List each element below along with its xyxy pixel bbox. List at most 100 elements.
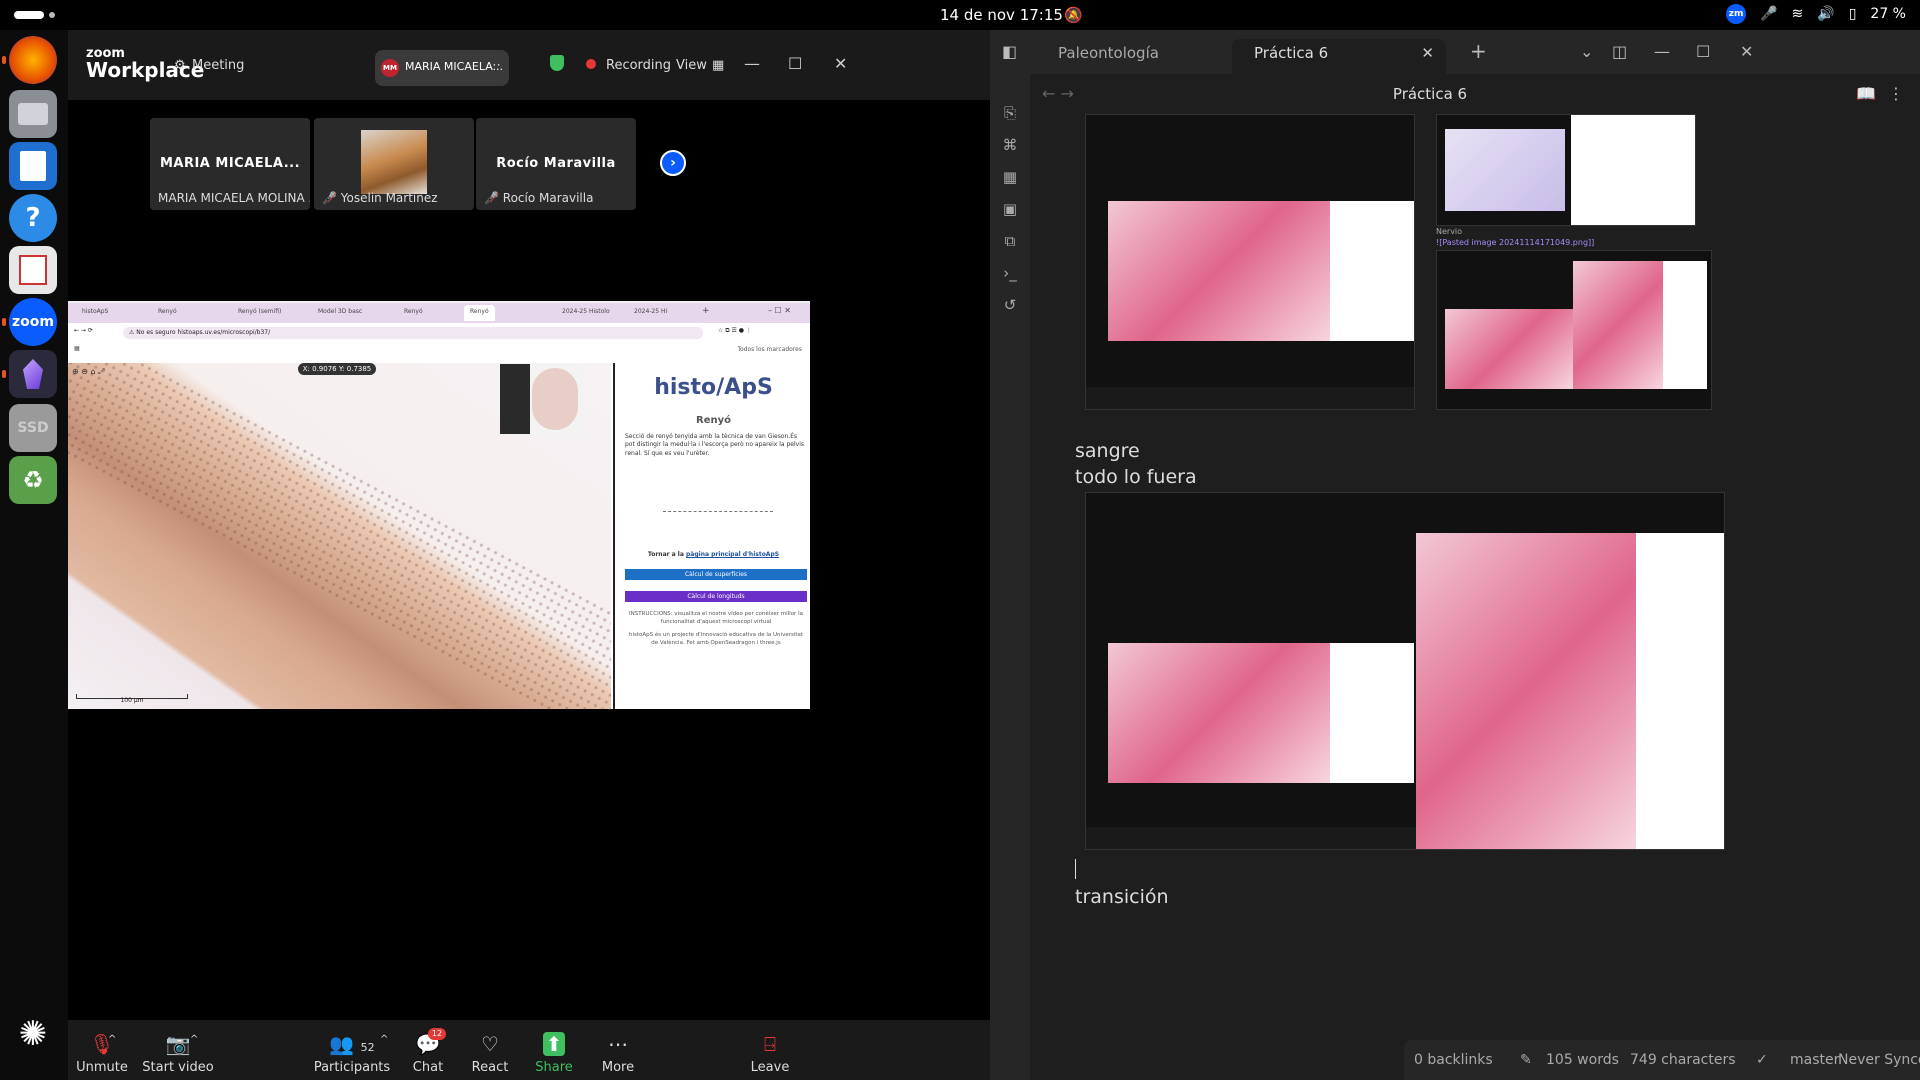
daily-note-icon[interactable]: ▣ (1000, 200, 1020, 220)
system-tray[interactable]: zm 🎤 ≋ 🔊 ▯ 27 % (1726, 4, 1906, 24)
muted-mic-icon: 🎤̸ (322, 191, 341, 205)
history-icon[interactable]: ↺ (1000, 296, 1020, 316)
git-branch[interactable]: master (1790, 1052, 1839, 1068)
maximize-icon[interactable]: ☐ (1696, 42, 1710, 61)
minimize-icon[interactable]: — (744, 54, 760, 73)
zoom-tray-icon[interactable]: zm (1726, 4, 1747, 24)
split-view-icon[interactable]: ◫ (1612, 42, 1627, 61)
share-button[interactable]: ⬆ Share (532, 1032, 576, 1075)
browser-tab[interactable]: Renyó (404, 308, 423, 315)
tab-practica-6[interactable]: Práctica 6 ✕ (1232, 39, 1446, 74)
browser-tab[interactable]: 2024-25 Hi (634, 308, 667, 315)
canvas-icon[interactable]: ▦ (1000, 168, 1020, 188)
participant-tile[interactable]: Rocío Maravilla 🎤̸ Rocío Maravilla (476, 118, 636, 210)
back-link[interactable]: Tornar a la pàgina principal d'histoApS (615, 551, 812, 558)
all-bookmarks[interactable]: Todos los marcadores (737, 346, 802, 353)
unmute-button[interactable]: 🎙 Unmute (74, 1032, 130, 1075)
minimize-icon[interactable]: — (1654, 42, 1670, 61)
active-speaker-pill[interactable]: MM MARIA MICAELA... ⋯ (375, 50, 509, 86)
open-quick-switcher-icon[interactable]: ⎘ (1000, 104, 1020, 124)
command-palette-icon[interactable]: ›_ (1000, 264, 1020, 284)
zoom-window: zoom Workplace ⚙ Meeting MM MARIA MICAEL… (68, 30, 990, 1080)
screenshot-panel (1330, 201, 1414, 341)
tab-list-chevron-icon[interactable]: ⌄ (1580, 42, 1593, 61)
note-line: todo lo fuera (1075, 466, 1197, 488)
dock: ? zoom SSD ♻ ✺ (0, 30, 68, 1080)
video-options-chevron-icon[interactable]: ^ (190, 1034, 198, 1045)
firefox-icon[interactable] (9, 36, 57, 84)
start-video-button[interactable]: 📷 Start video (138, 1032, 218, 1075)
start-video-label: Start video (142, 1060, 214, 1075)
length-calc-button[interactable]: Càlcul de longituds (625, 591, 807, 602)
browser-window-controls[interactable]: – ☐ ✕ (768, 306, 791, 315)
browser-tab[interactable]: Model 3D basc (318, 308, 362, 315)
instructions-text: INSTRUCCIONS: visualitza el nostre vídeo… (629, 611, 803, 625)
react-button[interactable]: ♡ React (470, 1032, 510, 1075)
browser-tab[interactable]: Renyó (158, 308, 177, 315)
microphone-icon: 🎤 (1760, 6, 1778, 22)
zoom-icon[interactable]: zoom (9, 298, 57, 346)
leave-button[interactable]: ⍈ Leave (748, 1032, 792, 1075)
apps-grid-icon[interactable]: ▦ (74, 345, 80, 352)
view-menu[interactable]: View (676, 58, 707, 73)
close-tab-icon[interactable]: ✕ (1421, 39, 1434, 67)
sync-status[interactable]: Never Synced (1838, 1052, 1920, 1068)
files-icon[interactable] (9, 90, 57, 138)
recording-label[interactable]: Recording (606, 58, 671, 73)
graph-view-icon[interactable]: ⌘ (1000, 136, 1020, 156)
leave-icon: ⍈ (764, 1032, 776, 1056)
close-icon[interactable]: ✕ (1740, 42, 1753, 61)
url-field[interactable]: ⚠ No es seguro histoaps.uv.es/microscopi… (123, 327, 703, 339)
surface-calc-button[interactable]: Càlcul de superfícies (625, 569, 807, 580)
shared-screen[interactable]: histoApS Renyó Renyó (semifi) Model 3D b… (68, 301, 810, 709)
new-tab-icon[interactable]: + (702, 306, 710, 316)
maximize-icon[interactable]: ☐ (788, 54, 802, 73)
reading-view-icon[interactable]: 📖 (1856, 84, 1876, 103)
battery-percent: 27 % (1870, 6, 1906, 22)
sidebar-toggle-icon[interactable]: ◧ (1002, 42, 1017, 61)
backlinks-count[interactable]: 0 backlinks (1414, 1052, 1493, 1068)
meeting-menu[interactable]: Meeting (192, 58, 244, 73)
trash-icon[interactable]: ♻ (9, 456, 57, 504)
browser-tab[interactable]: 2024-25 Histolo (562, 308, 610, 315)
new-tab-icon[interactable]: + (1470, 39, 1487, 63)
tab-paleontologia[interactable]: Paleontología (1036, 39, 1226, 74)
document-viewer-icon[interactable] (9, 246, 57, 294)
participants-chevron-icon[interactable]: ^ (380, 1034, 388, 1045)
participant-tile[interactable]: 🎤̸ Yoselin Martínez (314, 118, 474, 210)
show-apps-icon[interactable]: ✺ (9, 1010, 57, 1058)
security-shield-icon[interactable] (550, 55, 564, 71)
clock[interactable]: 14 de nov 17:15 (940, 6, 1063, 24)
more-options-icon[interactable]: ⋯ (488, 58, 501, 73)
nav-arrows-icon[interactable]: ← → ⟳ (74, 327, 93, 334)
microscope-viewer[interactable]: ⊕ ⊖ ⌂ ⤢ X: 0.9076 Y: 0.7385 100 µm (68, 363, 611, 709)
more-options-icon[interactable]: ⋮ (1888, 84, 1904, 103)
screenshot-panel (1330, 643, 1414, 783)
ssd-drive-icon[interactable]: SSD (9, 404, 57, 452)
templates-icon[interactable]: ⧉ (1000, 232, 1020, 252)
activities-button[interactable] (14, 11, 44, 19)
audio-options-chevron-icon[interactable]: ^ (108, 1034, 116, 1045)
browser-toolbar-icons[interactable]: ☆ ⧉ ☰ ● ⋮ (718, 327, 752, 335)
writer-icon[interactable] (9, 142, 57, 190)
note-editor[interactable]: Nervio ![Pasted image 20241114171049.png… (1030, 114, 1920, 1080)
browser-tab[interactable]: Renyó (semifi) (238, 308, 281, 315)
close-icon[interactable]: ✕ (834, 54, 847, 73)
browser-tab-active[interactable]: Renyó (464, 305, 495, 321)
browser-tab[interactable]: histoApS (82, 308, 108, 315)
more-button[interactable]: ⋯ More (596, 1032, 640, 1075)
help-icon[interactable]: ? (9, 194, 57, 242)
recording-icon (586, 59, 596, 69)
edit-icon[interactable]: ✎ (1520, 1052, 1532, 1068)
navigator-thumbnail[interactable] (500, 364, 582, 434)
next-page-button[interactable]: › (660, 150, 686, 176)
zoom-controls-icon[interactable]: ⊕ ⊖ ⌂ ⤢ (72, 367, 105, 377)
back-link-text[interactable]: pàgina principal d'histoApS (686, 551, 779, 558)
pasted-image-link[interactable]: ![Pasted image 20241114171049.png]] (1436, 238, 1594, 247)
obsidian-nav-bar: ← → Práctica 6 📖 ⋮ (1030, 74, 1920, 114)
running-indicator (2, 318, 6, 326)
participant-tile[interactable]: MARIA MICAELA... MARIA MICAELA MOLINA ..… (150, 118, 310, 210)
histoaps-footer: INSTRUCCIONS: visualitza el nostre vídeo… (625, 611, 807, 648)
muted-mic-icon: 🎙 (89, 1032, 115, 1056)
obsidian-icon[interactable] (9, 350, 57, 398)
